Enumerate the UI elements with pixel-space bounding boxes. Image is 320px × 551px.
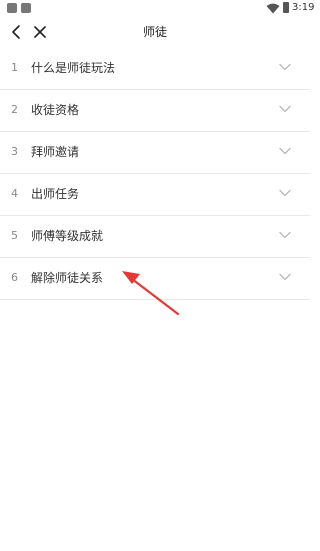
chevron-down-icon[interactable]: [279, 231, 291, 239]
battery-icon: [283, 2, 289, 13]
item-number: 4: [11, 187, 18, 200]
status-bar: 3:19: [0, 0, 314, 18]
item-number: 6: [11, 271, 18, 284]
page-title: 师徒: [142, 25, 167, 39]
chevron-down-icon[interactable]: [279, 189, 291, 197]
item-label: 什么是师徒玩法: [31, 61, 116, 75]
item-label: 师傅等级成就: [31, 229, 104, 243]
item-label: 拜师邀请: [31, 145, 80, 159]
list-item[interactable]: 5 师傅等级成就: [0, 216, 310, 258]
status-time: 3:19: [292, 2, 315, 13]
list-item[interactable]: 4 出师任务: [0, 174, 310, 216]
chevron-down-icon[interactable]: [279, 105, 291, 113]
chevron-down-icon[interactable]: [279, 63, 291, 71]
notification-app-icon: [21, 3, 31, 13]
chevron-down-icon[interactable]: [279, 147, 291, 155]
chevron-down-icon[interactable]: [279, 273, 291, 281]
item-label: 解除师徒关系: [31, 271, 104, 285]
item-number: 2: [11, 103, 18, 116]
item-label: 收徒资格: [31, 103, 80, 117]
wifi-icon: [266, 3, 280, 14]
annotation-arrow-icon: [122, 271, 180, 316]
screen: 3:19 师徒 1 什么是师徒玩法 2 收徒资格 3 拜师邀请 4 出师任务 5…: [0, 0, 314, 551]
header: 师徒: [0, 18, 310, 48]
list-item[interactable]: 2 收徒资格: [0, 90, 310, 132]
item-number: 5: [11, 229, 18, 242]
list-item[interactable]: 3 拜师邀请: [0, 132, 310, 174]
item-number: 1: [11, 61, 18, 74]
list-item[interactable]: 1 什么是师徒玩法: [0, 48, 310, 90]
item-label: 出师任务: [31, 187, 80, 201]
item-number: 3: [11, 145, 18, 158]
notification-app-icon: [7, 3, 17, 13]
